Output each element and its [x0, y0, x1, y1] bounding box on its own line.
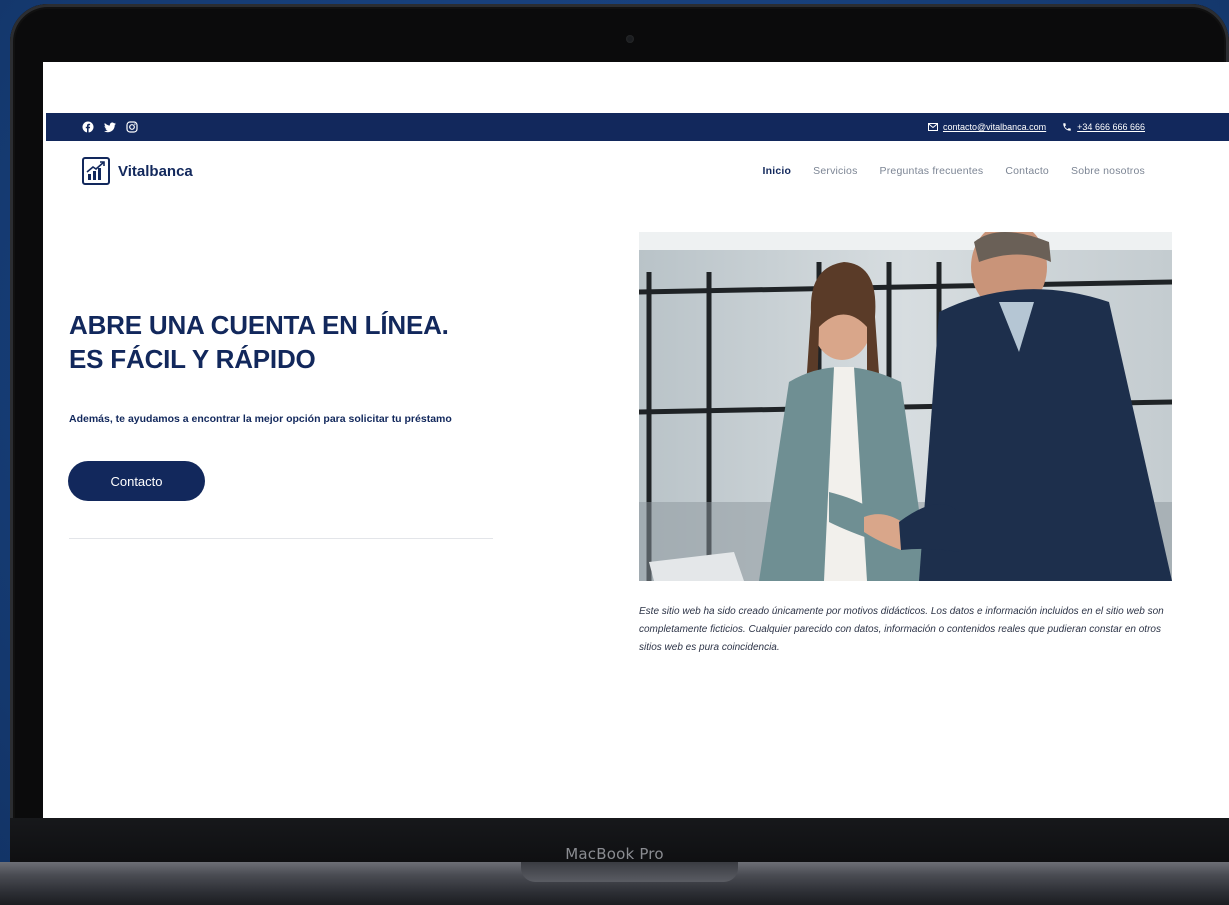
main-nav: Inicio Servicios Preguntas frecuentes Co…: [763, 165, 1146, 177]
hero-title: ABRE UNA CUENTA EN LÍNEA. ES FÁCIL Y RÁP…: [69, 308, 529, 376]
phone-link[interactable]: +34 666 666 666: [1077, 122, 1145, 132]
camera: [626, 35, 634, 43]
device-label: MacBook Pro: [565, 845, 664, 863]
phone-icon: [1063, 123, 1071, 131]
nav-item-inicio[interactable]: Inicio: [763, 165, 792, 177]
brand-name: Vitalbanca: [118, 162, 193, 180]
laptop-notch: [521, 862, 738, 882]
mail-icon: [927, 123, 938, 131]
hero-title-line-1: ABRE UNA CUENTA EN LÍNEA.: [69, 310, 449, 340]
contact-info: contacto@vitalbanca.com +34 666 666 666: [927, 122, 1145, 132]
nav-item-preguntas-frecuentes[interactable]: Preguntas frecuentes: [880, 165, 984, 177]
main-header: Vitalbanca Inicio Servicios Preguntas fr…: [46, 141, 1229, 201]
browser-screen: contacto@vitalbanca.com +34 666 666 666 …: [43, 62, 1229, 818]
nav-item-contacto[interactable]: Contacto: [1005, 165, 1049, 177]
social-links: [82, 121, 138, 133]
hero-divider: [69, 538, 493, 539]
phone-contact: +34 666 666 666: [1062, 122, 1145, 132]
brand[interactable]: Vitalbanca: [82, 157, 193, 185]
nav-item-servicios[interactable]: Servicios: [813, 165, 857, 177]
hero-subtitle: Además, te ayudamos a encontrar la mejor…: [69, 413, 452, 425]
facebook-icon[interactable]: [82, 121, 94, 133]
instagram-icon[interactable]: [126, 121, 138, 133]
growth-chart-logo-icon: [82, 157, 110, 185]
hero-title-line-2: ES FÁCIL Y RÁPIDO: [69, 344, 316, 374]
email-contact: contacto@vitalbanca.com: [927, 122, 1046, 132]
handshake-photo: [639, 232, 1172, 581]
nav-item-sobre-nosotros[interactable]: Sobre nosotros: [1071, 165, 1145, 177]
top-contact-bar: contacto@vitalbanca.com +34 666 666 666: [46, 113, 1229, 141]
contact-button[interactable]: Contacto: [68, 461, 205, 501]
disclaimer-text: Este sitio web ha sido creado únicamente…: [639, 606, 1164, 653]
twitter-icon[interactable]: [104, 121, 116, 133]
email-link[interactable]: contacto@vitalbanca.com: [943, 122, 1046, 132]
